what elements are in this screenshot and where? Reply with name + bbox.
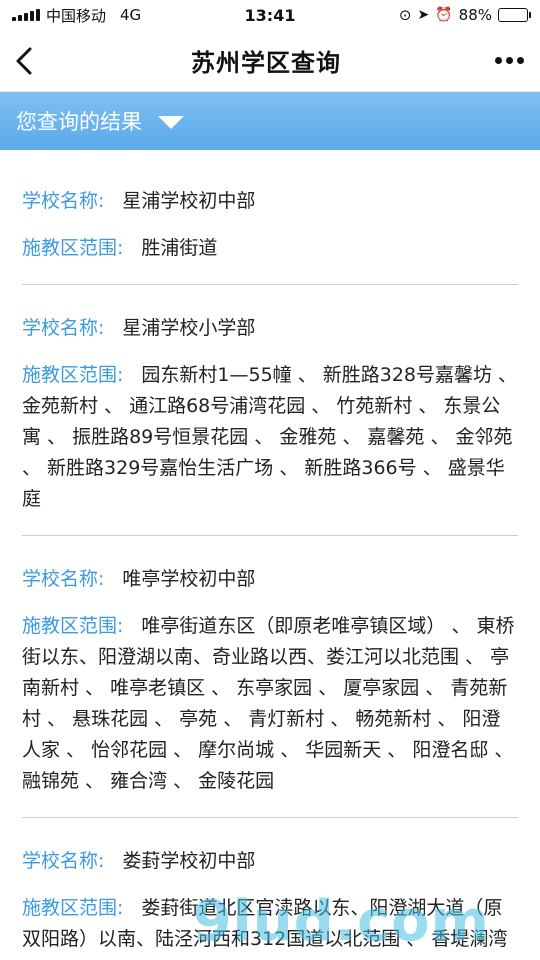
school-name-row: 学校名称: 娄葑学校初中部 — [22, 846, 518, 877]
result-dropdown[interactable]: 您查询的结果 — [0, 92, 540, 150]
battery-percent: 88% — [458, 6, 492, 24]
district-range-label: 施教区范围: — [22, 897, 124, 919]
battery-icon — [498, 8, 531, 22]
more-dots-icon — [517, 57, 524, 64]
school-list: 学校名称: 星浦学校初中部 施教区范围: 胜浦街道 学校名称: 星浦学校小学部 施教区… — [0, 150, 540, 960]
more-dots-icon — [495, 57, 502, 64]
school-name-label: 学校名称: — [22, 568, 105, 590]
district-range: 胜浦街道 — [141, 237, 218, 259]
status-bar: 中国移动 4G 13:41 ⊙ ➤ ⏰ 88% — [0, 0, 540, 30]
chevron-left-icon — [16, 47, 32, 74]
back-button[interactable] — [16, 41, 48, 81]
district-range: 唯亭街道东区（即原老唯亭镇区域） 、 東桥街以东、阳澄湖以南、奇业路以西、娄江河… — [22, 615, 515, 792]
signal-icon — [12, 9, 40, 21]
school-name: 娄葑学校初中部 — [122, 850, 256, 872]
network-type: 4G — [120, 6, 142, 24]
school-name-label: 学校名称: — [22, 317, 105, 339]
school-name-label: 学校名称: — [22, 190, 105, 212]
district-range-label: 施教区范围: — [22, 615, 124, 637]
rotation-lock-icon: ⊙ — [398, 6, 412, 24]
school-name: 星浦学校初中部 — [122, 190, 256, 212]
alarm-icon: ⏰ — [435, 7, 453, 23]
location-icon: ➤ — [417, 7, 430, 23]
status-right: ⊙ ➤ ⏰ 88% — [398, 6, 531, 24]
district-range-row: 施教区范围: 胜浦街道 — [22, 233, 518, 264]
school-name-row: 学校名称: 星浦学校小学部 — [22, 313, 518, 344]
district-range-row: 施教区范围: 园东新村1—55幢 、 新胜路328号嘉馨坊 、 金苑新村 、 通江… — [22, 360, 518, 515]
status-left: 中国移动 4G — [12, 5, 141, 26]
school-name-row: 学校名称: 唯亭学校初中部 — [22, 564, 518, 595]
caret-down-icon — [158, 115, 184, 129]
school-item: 学校名称: 星浦学校小学部 施教区范围: 园东新村1—55幢 、 新胜路328号嘉馨… — [22, 285, 518, 536]
watermark: 9lud.com — [192, 889, 490, 954]
district-range-row: 施教区范围: 唯亭街道东区（即原老唯亭镇区域） 、 東桥街以东、阳澄湖以南、奇业路… — [22, 611, 518, 797]
school-item: 学校名称: 星浦学校初中部 施教区范围: 胜浦街道 — [22, 150, 518, 285]
school-name: 唯亭学校初中部 — [122, 568, 256, 590]
more-options-button[interactable] — [484, 41, 524, 81]
more-dots-icon — [506, 57, 513, 64]
school-name-label: 学校名称: — [22, 850, 105, 872]
result-label: 您查询的结果 — [16, 110, 142, 134]
school-item: 学校名称: 唯亭学校初中部 施教区范围: 唯亭街道东区（即原老唯亭镇区域） 、 東桥… — [22, 536, 518, 818]
school-name-row: 学校名称: 星浦学校初中部 — [22, 186, 518, 217]
school-name: 星浦学校小学部 — [122, 317, 256, 339]
nav-bar: 苏州学区查询 — [0, 30, 540, 92]
carrier-name: 中国移动 — [46, 6, 107, 25]
district-range-label: 施教区范围: — [22, 237, 124, 259]
page-title: 苏州学区查询 — [191, 49, 341, 77]
district-range-label: 施教区范围: — [22, 364, 124, 386]
